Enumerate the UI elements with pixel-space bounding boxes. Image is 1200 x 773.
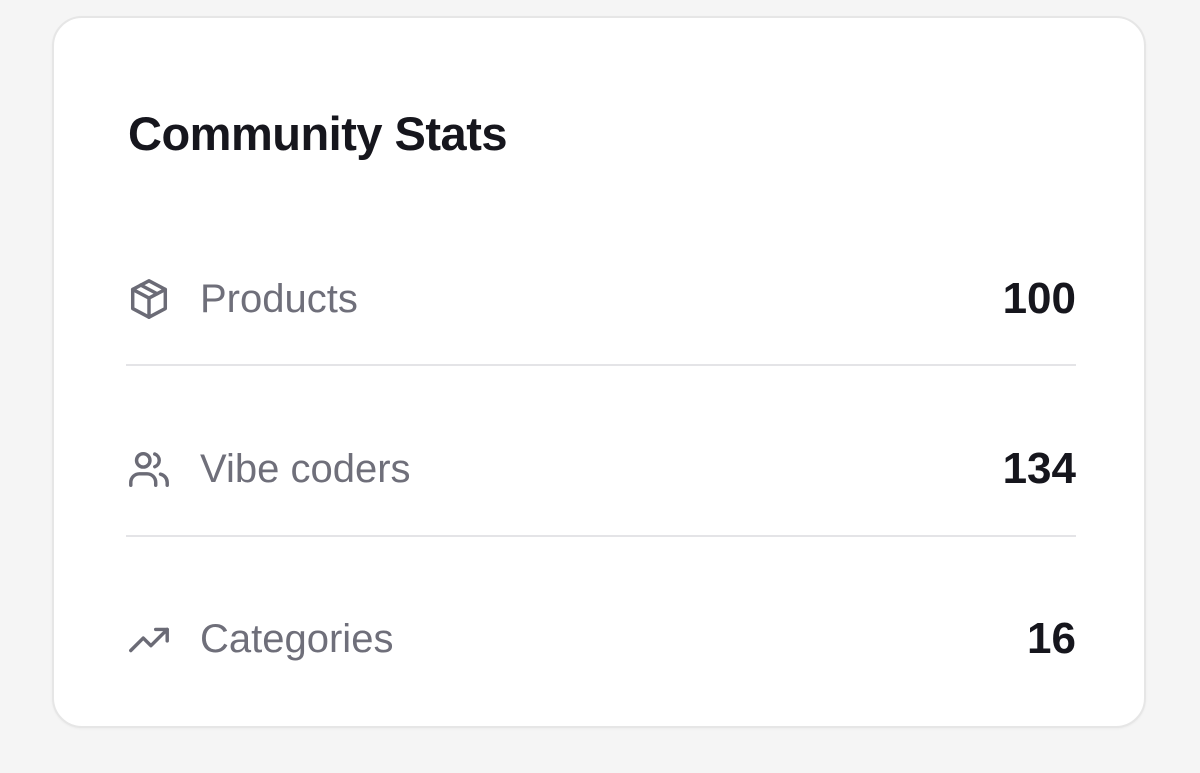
stat-row-products: Products 100	[126, 254, 1076, 344]
stat-value-categories: 16	[1027, 614, 1076, 663]
stat-row-categories: Categories 16	[126, 594, 1076, 684]
package-icon	[126, 275, 174, 323]
users-icon	[126, 445, 174, 493]
stat-value-products: 100	[1002, 274, 1076, 323]
community-stats-card: Community Stats Products 100 Vibe coders…	[52, 16, 1146, 728]
stat-label-vibe-coders: Vibe coders	[200, 446, 411, 491]
stat-row-vibe-coders: Vibe coders 134	[126, 424, 1076, 514]
stat-label-products: Products	[200, 276, 358, 321]
divider	[126, 364, 1076, 366]
card-title: Community Stats	[128, 107, 508, 160]
trending-up-icon	[126, 615, 174, 663]
divider	[126, 535, 1076, 537]
stat-value-vibe-coders: 134	[1002, 444, 1076, 493]
stat-label-categories: Categories	[200, 616, 394, 661]
